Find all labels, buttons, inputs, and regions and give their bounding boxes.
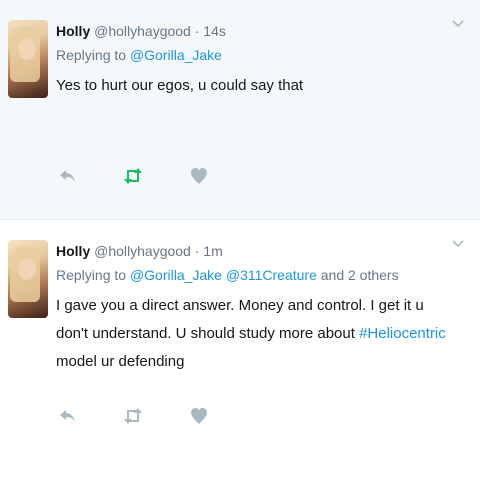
tweet-actions — [56, 164, 210, 188]
replying-to-prefix: Replying to — [56, 47, 127, 63]
like-icon[interactable] — [188, 405, 210, 427]
user-handle[interactable]: @hollyhaygood — [94, 23, 191, 39]
display-name[interactable]: Holly — [56, 243, 90, 259]
tweet-text-segment: model ur defending — [56, 353, 185, 370]
tweet[interactable]: Holly @hollyhaygood · 14s Replying to @G… — [0, 0, 480, 220]
replying-to: Replying to @Gorilla_Jake @311Creature a… — [56, 266, 450, 284]
retweet-icon[interactable] — [122, 165, 144, 187]
avatar[interactable] — [8, 20, 48, 98]
mention-link[interactable]: @Gorilla_Jake — [130, 47, 222, 63]
timestamp[interactable]: · 14s — [195, 23, 226, 39]
timestamp[interactable]: · 1m — [195, 243, 223, 259]
reply-icon[interactable] — [56, 165, 78, 187]
tweet-text: Yes to hurt our egos, u could say that — [56, 72, 450, 100]
retweet-icon[interactable] — [122, 405, 144, 427]
tweet-text-segment: Yes to hurt our egos, u could say that — [56, 77, 304, 94]
mention-link[interactable]: @Gorilla_Jake — [130, 267, 222, 283]
mention-link[interactable]: @311Creature — [226, 267, 317, 283]
tweet-header: Holly @hollyhaygood · 1m — [56, 242, 450, 260]
tweet-text: I gave you a direct answer. Money and co… — [56, 292, 450, 376]
replying-to: Replying to @Gorilla_Jake — [56, 46, 450, 64]
hashtag-link[interactable]: #Heliocentric — [359, 325, 446, 342]
reply-icon[interactable] — [56, 405, 78, 427]
display-name[interactable]: Holly — [56, 23, 90, 39]
user-handle[interactable]: @hollyhaygood — [94, 243, 191, 259]
replying-to-suffix[interactable]: and 2 others — [321, 267, 399, 283]
replying-to-prefix: Replying to — [56, 267, 127, 283]
tweet-header: Holly @hollyhaygood · 14s — [56, 22, 450, 40]
tweet-actions — [56, 404, 210, 428]
avatar[interactable] — [8, 240, 48, 318]
tweet[interactable]: Holly @hollyhaygood · 1m Replying to @Go… — [0, 220, 480, 480]
chevron-down-icon[interactable] — [452, 240, 466, 254]
like-icon[interactable] — [188, 165, 210, 187]
chevron-down-icon[interactable] — [452, 20, 466, 34]
